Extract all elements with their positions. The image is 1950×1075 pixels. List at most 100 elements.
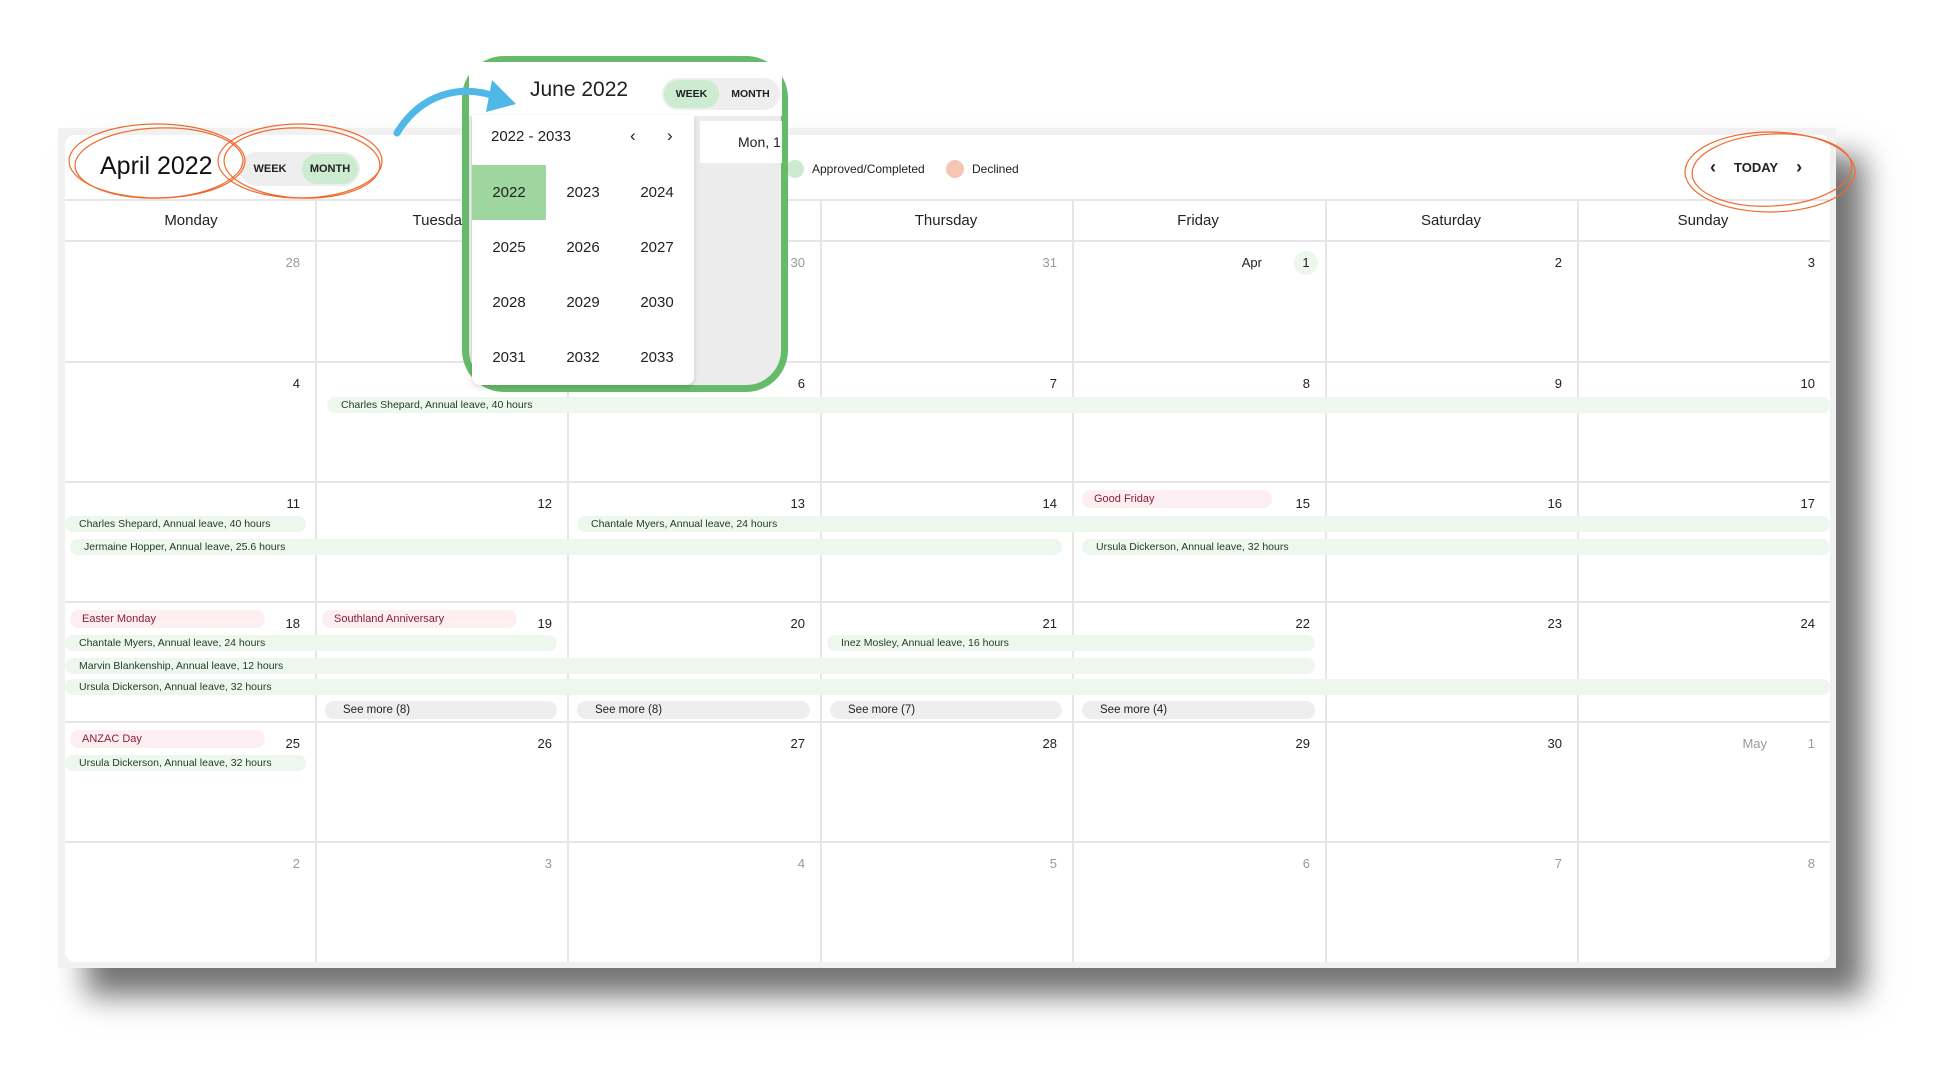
view-toggle[interactable]: WEEK MONTH bbox=[240, 152, 360, 186]
month-view-button[interactable]: MONTH bbox=[302, 154, 358, 184]
see-more-button[interactable]: See more (4) bbox=[1082, 701, 1315, 719]
year-option[interactable]: 2033 bbox=[620, 330, 694, 385]
day-number[interactable]: 4 bbox=[745, 856, 805, 871]
week-view-button[interactable]: WEEK bbox=[664, 80, 719, 108]
year-option[interactable]: 2030 bbox=[620, 275, 694, 330]
week-day-header: Mon, 1 bbox=[700, 121, 782, 163]
date-navigation: ‹ TODAY › bbox=[1710, 157, 1802, 178]
weekday-header: Friday bbox=[1177, 212, 1219, 229]
next-chevron-icon[interactable]: › bbox=[1796, 157, 1802, 178]
weekday-header: Thursday bbox=[914, 212, 978, 229]
grid-line bbox=[65, 721, 1830, 723]
leave-event[interactable]: Chantale Myers, Annual leave, 24 hours bbox=[65, 635, 557, 651]
holiday-label: Good Friday bbox=[1082, 490, 1272, 508]
popup-month-title[interactable]: June 2022 bbox=[530, 78, 628, 102]
month-view-button[interactable]: MONTH bbox=[723, 80, 778, 108]
day-number[interactable]: 26 bbox=[492, 736, 552, 751]
day-number[interactable]: 4 bbox=[240, 376, 300, 391]
holiday-label: Easter Monday bbox=[70, 610, 265, 628]
popup-view-toggle[interactable]: WEEK MONTH bbox=[662, 78, 780, 110]
week-view-button[interactable]: WEEK bbox=[242, 154, 298, 184]
weekday-header: Saturday bbox=[1420, 212, 1482, 229]
legend-label: Approved/Completed bbox=[812, 162, 925, 176]
leave-event[interactable]: Inez Mosley, Annual leave, 16 hours bbox=[827, 635, 1315, 651]
leave-event[interactable]: Ursula Dickerson, Annual leave, 32 hours bbox=[65, 679, 1830, 695]
day-number[interactable]: 2 bbox=[1502, 255, 1562, 270]
year-option[interactable]: 2024 bbox=[620, 165, 694, 220]
previous-chevron-icon[interactable]: ‹ bbox=[1710, 157, 1716, 178]
day-number[interactable]: 7 bbox=[997, 376, 1057, 391]
day-number[interactable]: 28 bbox=[997, 736, 1057, 751]
year-range-label: 2022 - 2033 bbox=[491, 128, 572, 145]
grid-line bbox=[65, 601, 1830, 603]
leave-event[interactable]: Chantale Myers, Annual leave, 24 hours bbox=[577, 516, 1830, 532]
approved-dot-icon bbox=[786, 160, 804, 178]
grid-line bbox=[65, 841, 1830, 843]
day-number[interactable]: 28 bbox=[240, 255, 300, 270]
day-number[interactable]: 14 bbox=[997, 496, 1057, 511]
month-title: April 2022 bbox=[100, 152, 213, 180]
previous-range-chevron-icon[interactable]: ‹ bbox=[630, 126, 636, 146]
day-number[interactable]: 21 bbox=[997, 616, 1057, 631]
day-number[interactable]: 31 bbox=[997, 255, 1057, 270]
leave-event[interactable]: Charles Shepard, Annual leave, 40 hours bbox=[327, 397, 1830, 413]
see-more-button[interactable]: See more (8) bbox=[577, 701, 810, 719]
year-option[interactable]: 2031 bbox=[472, 330, 546, 385]
year-option[interactable]: 2023 bbox=[546, 165, 620, 220]
year-option[interactable]: 2029 bbox=[546, 275, 620, 330]
day-number[interactable]: 27 bbox=[745, 736, 805, 751]
legend-approved: Approved/Completed bbox=[786, 160, 925, 178]
day-number[interactable]: 8 bbox=[1755, 856, 1815, 871]
next-range-chevron-icon[interactable]: › bbox=[667, 126, 673, 146]
day-number[interactable]: 20 bbox=[745, 616, 805, 631]
day-number[interactable]: 1 bbox=[1755, 736, 1815, 751]
day-number[interactable]: 3 bbox=[492, 856, 552, 871]
grid-line bbox=[1072, 200, 1074, 962]
year-option[interactable]: 2028 bbox=[472, 275, 546, 330]
leave-event[interactable]: Marvin Blankenship, Annual leave, 12 hou… bbox=[65, 658, 1315, 674]
day-number[interactable]: 5 bbox=[997, 856, 1057, 871]
legend-declined: Declined bbox=[946, 160, 1019, 178]
day-number[interactable]: 29 bbox=[1250, 736, 1310, 751]
declined-dot-icon bbox=[946, 160, 964, 178]
grid-line bbox=[65, 481, 1830, 483]
see-more-button[interactable]: See more (7) bbox=[830, 701, 1062, 719]
day-number[interactable]: 1 bbox=[1294, 251, 1318, 275]
month-prefix: Apr bbox=[1241, 255, 1262, 270]
day-number[interactable]: 11 bbox=[240, 496, 301, 511]
day-number[interactable]: 23 bbox=[1502, 616, 1562, 631]
year-option[interactable]: 2032 bbox=[546, 330, 620, 385]
leave-event[interactable]: Ursula Dickerson, Annual leave, 32 hours bbox=[65, 755, 306, 771]
day-number[interactable]: 7 bbox=[1502, 856, 1562, 871]
day-number[interactable]: 13 bbox=[745, 496, 805, 511]
day-number[interactable]: 2 bbox=[240, 856, 300, 871]
day-number[interactable]: 6 bbox=[1250, 856, 1310, 871]
day-number[interactable]: 17 bbox=[1755, 496, 1815, 511]
holiday-label: Southland Anniversary bbox=[322, 610, 517, 628]
day-number[interactable]: 10 bbox=[1755, 376, 1815, 391]
grid-line bbox=[315, 200, 317, 962]
day-number[interactable]: 30 bbox=[1502, 736, 1562, 751]
day-number[interactable]: 3 bbox=[1755, 255, 1815, 270]
year-option[interactable]: 2022 bbox=[472, 165, 546, 220]
weekday-header: Monday bbox=[164, 212, 218, 229]
grid-line bbox=[1325, 200, 1327, 962]
day-number[interactable]: 22 bbox=[1250, 616, 1310, 631]
grid-line bbox=[1577, 200, 1579, 962]
year-option[interactable]: 2025 bbox=[472, 220, 546, 275]
day-number[interactable]: 12 bbox=[492, 496, 552, 511]
leave-event[interactable]: Ursula Dickerson, Annual leave, 32 hours bbox=[1082, 539, 1830, 555]
day-number[interactable]: 9 bbox=[1502, 376, 1562, 391]
leave-event[interactable]: Charles Shepard, Annual leave, 40 hours bbox=[65, 516, 306, 532]
day-number[interactable]: 16 bbox=[1502, 496, 1562, 511]
year-option[interactable]: 2026 bbox=[546, 220, 620, 275]
grid-line bbox=[65, 361, 1830, 363]
today-button[interactable]: TODAY bbox=[1734, 160, 1778, 175]
day-number[interactable]: 24 bbox=[1755, 616, 1815, 631]
day-number[interactable]: 8 bbox=[1250, 376, 1310, 391]
grid-line bbox=[820, 200, 822, 962]
leave-event[interactable]: Jermaine Hopper, Annual leave, 25.6 hour… bbox=[70, 539, 1062, 555]
see-more-button[interactable]: See more (8) bbox=[325, 701, 557, 719]
year-option[interactable]: 2027 bbox=[620, 220, 694, 275]
weekday-header: Sunday bbox=[1677, 212, 1729, 229]
